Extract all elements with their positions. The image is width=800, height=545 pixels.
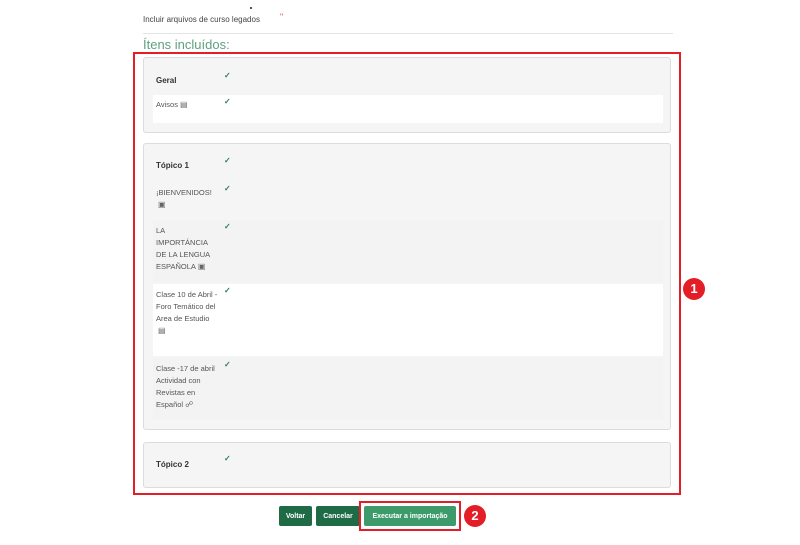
execute-button-highlight	[359, 501, 461, 531]
cancel-button[interactable]: Cancelar	[316, 506, 360, 526]
legacy-files-row: Incluir arquivos de curso legados ʺ	[143, 7, 673, 34]
legacy-files-value: ʺ	[280, 12, 285, 22]
included-items-heading: Ítens incluídos:	[143, 37, 230, 52]
legacy-files-label: Incluir arquivos de curso legados	[143, 15, 260, 24]
back-button[interactable]: Voltar	[279, 506, 312, 526]
annotation-badge-1: 1	[683, 278, 705, 300]
divider-mark	[250, 7, 252, 9]
included-items-highlight	[133, 52, 681, 495]
annotation-badge-2: 2	[464, 505, 486, 527]
